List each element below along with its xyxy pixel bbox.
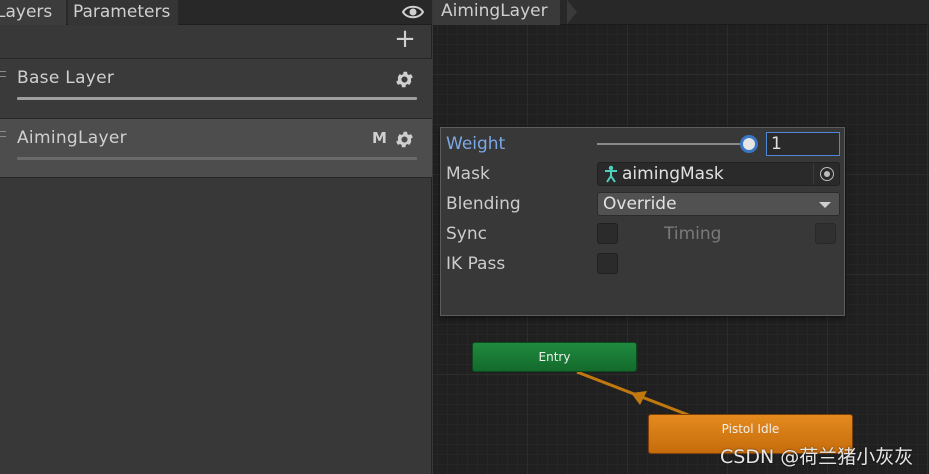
ik-pass-checkbox[interactable] — [597, 253, 618, 274]
layer-item-base[interactable]: Base Layer — [0, 58, 432, 118]
entry-node[interactable]: Entry — [472, 342, 637, 372]
weight-label: Weight — [446, 134, 506, 154]
layer-weight-bar — [17, 157, 417, 160]
mask-badge: M — [372, 129, 387, 147]
layer-name: Base Layer — [17, 68, 115, 88]
sync-label: Sync — [446, 224, 487, 244]
chevron-down-icon — [819, 202, 831, 208]
plus-icon: + — [394, 24, 416, 54]
blending-value: Override — [603, 194, 677, 214]
eye-icon[interactable] — [402, 3, 424, 21]
layers-panel: Layers Parameters + Base Layer AimingLay… — [0, 0, 432, 474]
tab-parameters[interactable]: Parameters — [68, 0, 178, 25]
mask-field[interactable]: aimingMask — [597, 162, 840, 186]
watermark: CSDN @荷兰猪小灰灰 — [720, 446, 914, 468]
timing-checkbox — [815, 223, 836, 244]
weight-slider[interactable] — [597, 143, 752, 145]
blending-label: Blending — [446, 194, 521, 214]
weight-slider-handle[interactable] — [740, 135, 758, 153]
avatar-mask-icon — [605, 165, 617, 183]
drag-handle-icon[interactable] — [0, 131, 6, 137]
mask-value: aimingMask — [622, 164, 724, 184]
panel-tabbar: Layers Parameters — [0, 0, 432, 25]
add-layer-button[interactable]: + — [394, 26, 416, 52]
object-picker-button[interactable] — [813, 163, 839, 185]
sync-checkbox[interactable] — [597, 223, 618, 244]
gear-icon[interactable] — [394, 69, 415, 90]
ik-pass-label: IK Pass — [446, 254, 506, 274]
layer-item-aiming[interactable]: AimingLayer M — [0, 118, 432, 178]
layer-name: AimingLayer — [17, 128, 127, 148]
layer-settings-popup: Weight 1 Mask aimingMask Blending Overri… — [440, 127, 845, 316]
gear-icon[interactable] — [394, 129, 415, 150]
blending-dropdown[interactable]: Override — [597, 192, 840, 216]
layer-weight-bar — [17, 97, 417, 100]
drag-handle-icon[interactable] — [0, 71, 6, 77]
timing-label: Timing — [664, 224, 722, 244]
mask-label: Mask — [446, 164, 490, 184]
tab-layers[interactable]: Layers — [0, 0, 66, 25]
weight-input[interactable]: 1 — [766, 132, 840, 156]
